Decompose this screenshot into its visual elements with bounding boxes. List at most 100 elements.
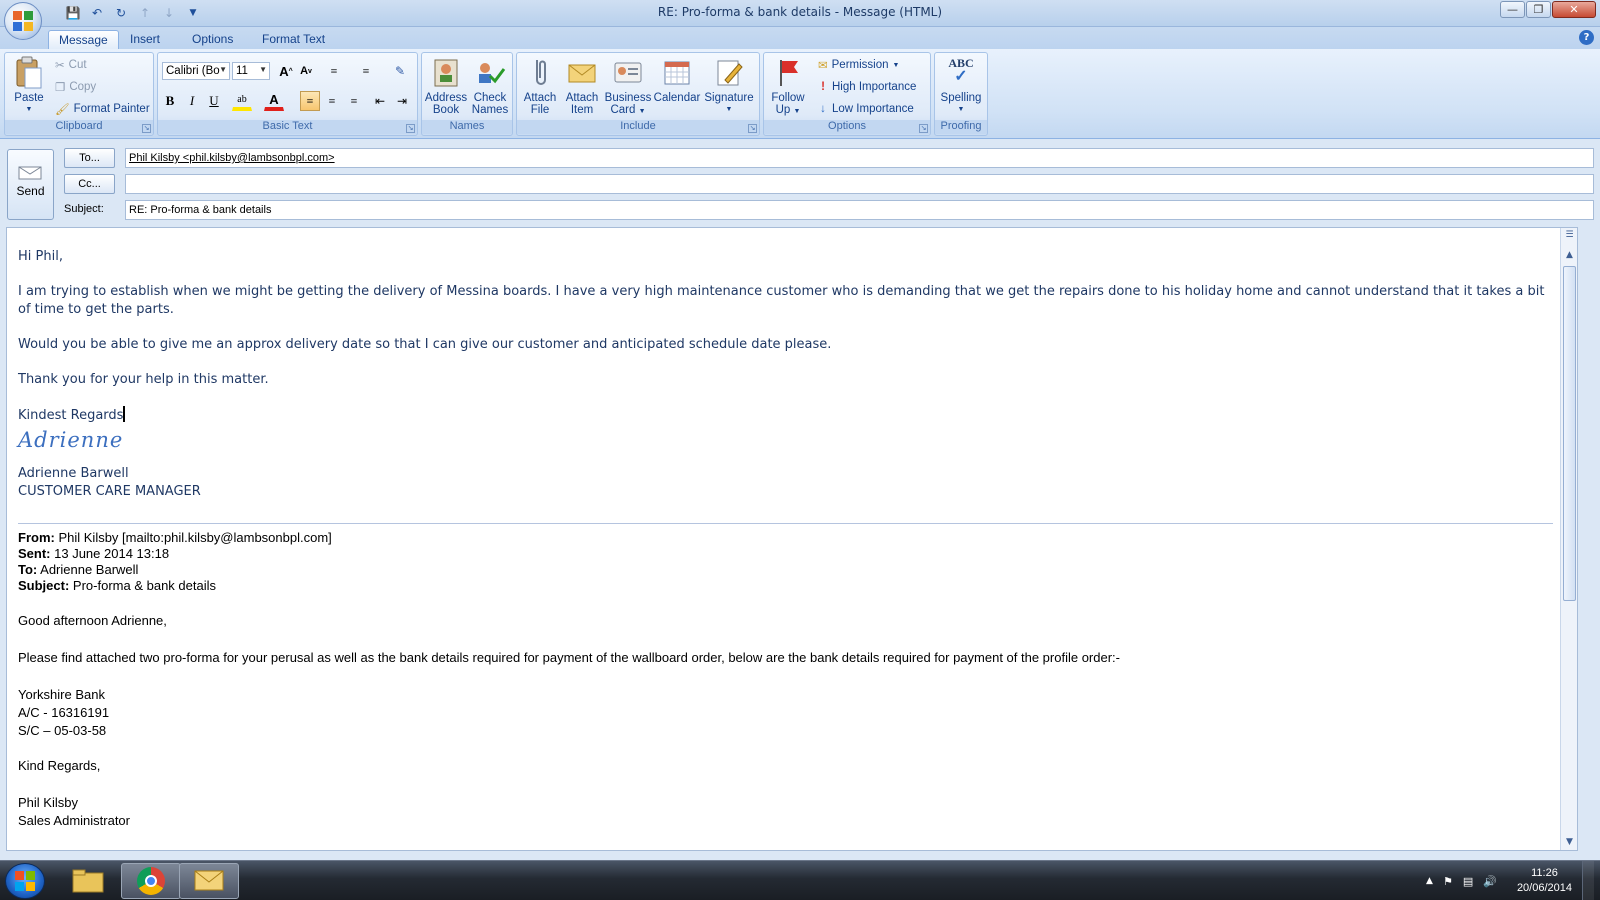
cc-field[interactable] — [125, 174, 1594, 194]
volume-icon[interactable]: 🔊 — [1483, 875, 1497, 888]
basic-text-group-label: Basic Text — [158, 120, 417, 134]
business-card-button[interactable]: Business Card ▼ — [604, 56, 652, 118]
chevron-down-icon: ▼ — [793, 108, 801, 115]
increase-indent-icon[interactable]: ⇥ — [392, 91, 412, 111]
tab-format-text[interactable]: Format Text — [252, 30, 335, 49]
follow-up-button[interactable]: Follow Up ▼ — [767, 56, 809, 118]
options-group-label: Options — [764, 120, 930, 134]
to-field[interactable]: Phil Kilsby <phil.kilsby@lambsonbpl.com> — [125, 148, 1594, 168]
office-button[interactable] — [4, 2, 42, 40]
explorer-taskbar-button[interactable] — [58, 863, 118, 899]
scroll-thumb[interactable] — [1563, 266, 1576, 601]
tab-insert[interactable]: Insert — [120, 30, 170, 49]
show-hidden-icons-icon[interactable]: ▲ — [1426, 876, 1433, 886]
window-title: RE: Pro-forma & bank details - Message (… — [657, 5, 943, 19]
cc-button[interactable]: Cc... — [64, 174, 115, 194]
bold-button[interactable]: B — [160, 91, 180, 111]
show-desktop-button[interactable] — [1582, 861, 1594, 900]
signature-pen-icon — [713, 56, 745, 88]
office-logo-icon — [13, 11, 33, 31]
align-center-icon[interactable]: ≡ — [322, 91, 342, 111]
scroll-down-icon[interactable]: ▼ — [1562, 835, 1577, 850]
check-names-button[interactable]: Check Names — [468, 56, 512, 116]
down-arrow-icon: ↓ — [820, 103, 826, 115]
options-launcher-icon[interactable]: ↘ — [919, 124, 928, 133]
include-launcher-icon[interactable]: ↘ — [748, 124, 757, 133]
grow-font-button[interactable]: A ^ — [276, 61, 296, 81]
scroll-up-icon[interactable]: ▲ — [1562, 248, 1577, 263]
calendar-button[interactable]: Calendar — [652, 56, 702, 104]
permission-button[interactable]: ✉ Permission ▼ — [818, 56, 899, 74]
italic-button[interactable]: I — [182, 91, 202, 111]
restore-button[interactable]: ❐ — [1526, 1, 1551, 18]
signature-button[interactable]: Signature ▼ — [702, 56, 756, 116]
copy-button[interactable]: ❐ Copy — [55, 78, 96, 96]
chrome-taskbar-button[interactable] — [121, 863, 181, 899]
format-painter-button[interactable]: 🖌 Format Painter — [55, 100, 150, 118]
ribbon: Paste ▼ ✂ Cut ❐ Copy 🖌 Format Painter Clipb… — [0, 49, 1600, 139]
chevron-down-icon: ▼ — [957, 106, 965, 113]
font-name-combo[interactable]: Calibri (Bo ▼ — [162, 62, 230, 80]
basic-text-launcher-icon[interactable]: ↘ — [406, 124, 415, 133]
high-importance-label: High Importance — [832, 81, 917, 93]
outlook-taskbar-button[interactable] — [179, 863, 239, 899]
font-name-value: Calibri (Bo — [166, 65, 220, 77]
business-card-label-1: Business — [604, 92, 652, 104]
windows-logo-icon — [15, 871, 35, 891]
clipboard-launcher-icon[interactable]: ↘ — [142, 124, 151, 133]
paste-button[interactable]: Paste ▼ — [9, 56, 49, 116]
ruler-toggle-icon[interactable]: ☰ — [1562, 228, 1577, 243]
clock[interactable]: 11:26 20/06/2014 — [1517, 866, 1572, 896]
clock-date: 20/06/2014 — [1516, 882, 1572, 894]
underline-button[interactable]: U — [204, 91, 224, 111]
names-group: Address Book Check Names Names — [421, 52, 513, 136]
message-header: Send To... Phil Kilsby <phil.kilsby@lamb… — [0, 139, 1600, 227]
shrink-font-button[interactable]: Av — [296, 61, 316, 81]
to-button[interactable]: To... — [64, 148, 115, 168]
tab-message[interactable]: Message — [48, 30, 119, 49]
signature-title: CUSTOMER CARE MANAGER — [18, 484, 201, 499]
text-cursor — [123, 406, 126, 422]
attach-item-button[interactable]: Attach Item — [562, 56, 602, 116]
tab-options[interactable]: Options — [182, 30, 243, 49]
business-card-label-2: Card ▼ — [610, 104, 646, 116]
numbering-icon[interactable]: ≡ — [356, 61, 376, 81]
action-center-flag-icon[interactable]: ⚑ — [1443, 875, 1453, 888]
align-left-icon[interactable]: ≡ — [300, 91, 320, 111]
low-importance-button[interactable]: ↓ Low Importance — [818, 100, 914, 118]
start-button[interactable] — [5, 863, 45, 899]
signature-name: Adrienne Barwell — [18, 466, 129, 481]
decrease-indent-icon[interactable]: ⇤ — [370, 91, 390, 111]
paragraph: Thank you for your help in this matter. — [18, 372, 269, 387]
minimize-button[interactable]: — — [1500, 1, 1525, 18]
bullets-icon[interactable]: ≡ — [324, 61, 344, 81]
message-text[interactable]: Hi Phil, I am trying to establish when w… — [18, 248, 1553, 830]
quoted-sender-title: Sales Administrator — [18, 813, 130, 828]
styles-icon[interactable]: ✎ — [390, 61, 410, 81]
subject-field[interactable]: RE: Pro-forma & bank details — [125, 200, 1594, 220]
send-button[interactable]: Send — [7, 149, 54, 220]
cut-button[interactable]: ✂ Cut — [55, 56, 87, 74]
font-color-icon[interactable]: A — [264, 91, 284, 111]
font-size-combo[interactable]: 11 ▼ — [232, 62, 270, 80]
close-button[interactable]: ✕ — [1552, 1, 1596, 18]
spellcheck-icon: ABC ✓ — [948, 56, 974, 85]
spelling-button[interactable]: ABC ✓ Spelling ▼ — [937, 56, 985, 116]
help-icon[interactable]: ? — [1579, 30, 1594, 45]
network-icon[interactable]: ▤ — [1463, 875, 1473, 888]
permission-label: Permission — [831, 59, 889, 71]
attach-file-label-1: Attach — [523, 92, 557, 104]
closing: Kindest Regards — [18, 406, 126, 423]
account-number: A/C - 16316191 — [18, 705, 110, 720]
message-body[interactable]: Hi Phil, I am trying to establish when w… — [6, 227, 1578, 851]
bank-name: Yorkshire Bank — [18, 687, 105, 702]
align-right-icon[interactable]: ≡ — [344, 91, 364, 111]
attach-file-button[interactable]: Attach File — [520, 56, 560, 116]
high-importance-button[interactable]: ! High Importance — [818, 78, 916, 96]
paragraph: I am trying to establish when we might b… — [18, 284, 1545, 317]
permission-icon: ✉ — [818, 60, 828, 72]
address-book-button[interactable]: Address Book — [424, 56, 468, 116]
font-size-value: 11 — [236, 65, 248, 77]
vertical-scrollbar[interactable]: ☰ ▲ ▼ — [1560, 228, 1577, 850]
highlight-icon[interactable]: ab — [232, 91, 252, 111]
